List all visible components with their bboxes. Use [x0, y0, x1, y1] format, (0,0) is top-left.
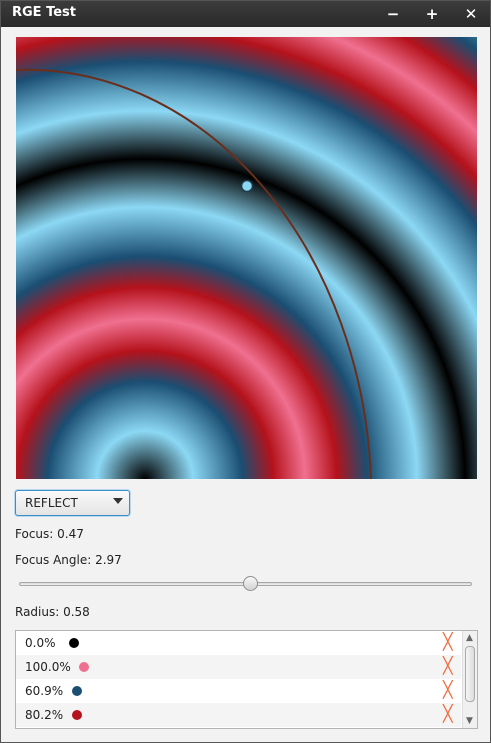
- focus-angle-slider[interactable]: [19, 575, 472, 595]
- cycle-method-combo[interactable]: REFLECT: [15, 490, 130, 516]
- list-scrollbar[interactable]: ▲ ▼: [462, 631, 477, 728]
- list-item[interactable]: 60.9% ╳: [16, 679, 461, 703]
- stop-offset: 0.0%: [25, 636, 56, 650]
- title-bar[interactable]: RGE Test − + ✕: [1, 1, 490, 27]
- chevron-up-icon[interactable]: ▲: [466, 633, 473, 643]
- app-window: RGE Test − + ✕ REFLECT Focus: 0.47 Focus…: [0, 0, 491, 743]
- stop-offset: 80.2%: [25, 708, 64, 722]
- gradient-fill: [16, 37, 477, 479]
- scrollbar-thumb[interactable]: [465, 646, 475, 702]
- close-button[interactable]: ✕: [461, 4, 481, 24]
- minimize-button[interactable]: −: [383, 4, 403, 24]
- stop-offset: 60.9%: [25, 684, 64, 698]
- color-swatch-icon: [72, 710, 82, 720]
- chevron-down-icon: [113, 498, 123, 504]
- delete-icon[interactable]: ╳: [443, 705, 453, 723]
- list-item[interactable]: 0.0% ╳: [16, 631, 461, 655]
- stop-offset: 100.0%: [25, 660, 71, 674]
- color-swatch-icon: [72, 686, 82, 696]
- delete-icon[interactable]: ╳: [443, 633, 453, 651]
- color-swatch-icon: [79, 662, 89, 672]
- delete-icon[interactable]: ╳: [443, 657, 453, 675]
- focus-label: Focus: 0.47: [15, 527, 84, 541]
- focus-handle[interactable]: [240, 179, 254, 193]
- delete-icon[interactable]: ╳: [443, 681, 453, 699]
- list-item[interactable]: 100.0% ╳: [16, 655, 461, 679]
- color-swatch-icon: [69, 638, 79, 648]
- chevron-down-icon[interactable]: ▼: [466, 716, 473, 726]
- cycle-method-value: REFLECT: [25, 496, 78, 510]
- stops-list[interactable]: 0.0% ╳ 100.0% ╳ 60.9% ╳ 80.2% ╳ ▲ ▼: [15, 630, 478, 729]
- radius-label: Radius: 0.58: [15, 605, 90, 619]
- gradient-preview[interactable]: [16, 37, 477, 479]
- list-item[interactable]: 80.2% ╳: [16, 703, 461, 727]
- gradient-canvas[interactable]: [16, 37, 477, 479]
- window-title: RGE Test: [12, 5, 76, 20]
- maximize-button[interactable]: +: [422, 4, 442, 24]
- slider-thumb[interactable]: [243, 576, 259, 591]
- focus-angle-label: Focus Angle: 2.97: [15, 553, 122, 567]
